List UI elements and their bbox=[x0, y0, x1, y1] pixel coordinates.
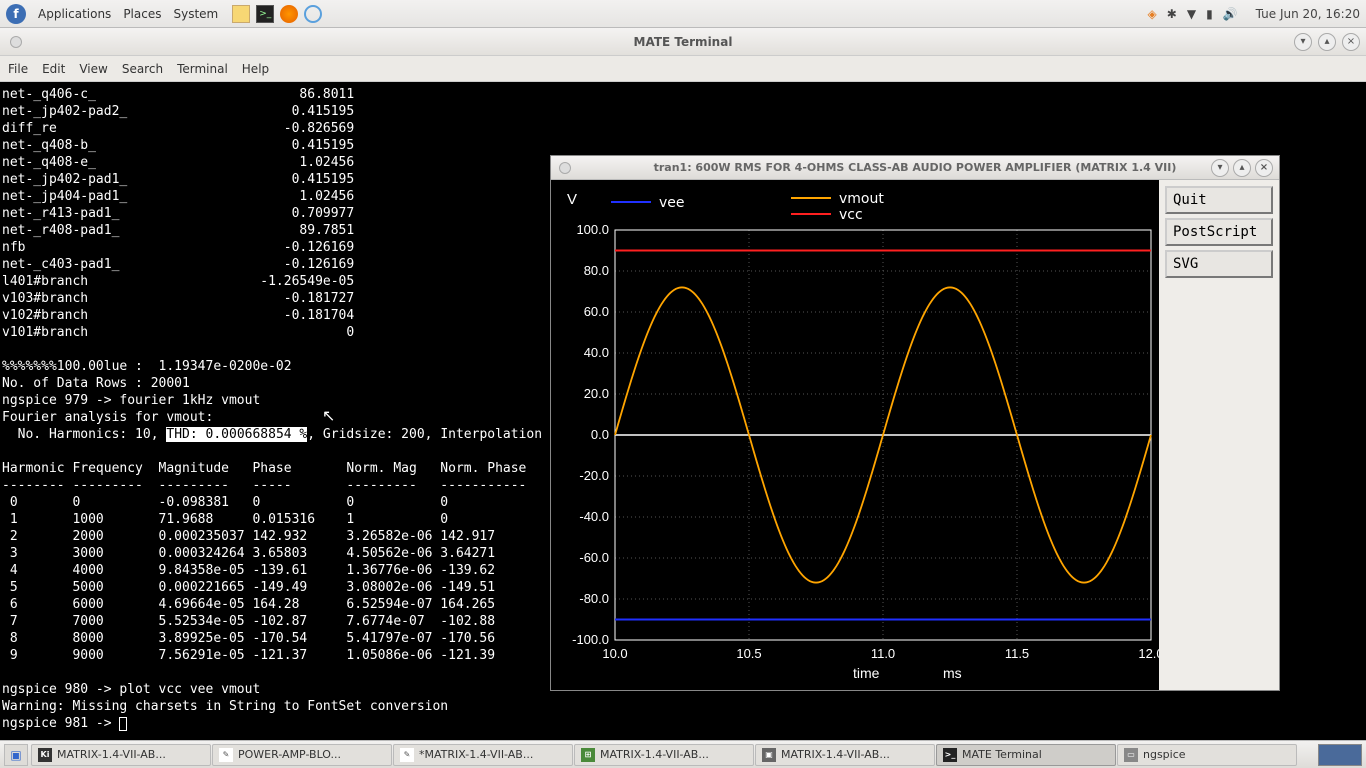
svg-text:-60.0: -60.0 bbox=[579, 550, 609, 565]
plot-title: tran1: 600W RMS FOR 4-OHMS CLASS-AB AUDI… bbox=[654, 161, 1177, 174]
taskbar-item[interactable]: ✎ *MATRIX-1.4-VII-AB... bbox=[393, 744, 573, 766]
menu-places[interactable]: Places bbox=[117, 7, 167, 21]
plot-window-menu-icon[interactable] bbox=[559, 162, 571, 174]
svg-text:time: time bbox=[853, 665, 880, 681]
launcher-app-icon[interactable] bbox=[304, 5, 322, 23]
workspace-switcher[interactable] bbox=[1318, 744, 1362, 766]
menu-file[interactable]: File bbox=[8, 62, 28, 76]
taskbar-item-label: MATE Terminal bbox=[962, 748, 1042, 761]
window-menu-icon[interactable] bbox=[10, 36, 22, 48]
svg-text:ms: ms bbox=[943, 665, 962, 681]
svg-text:100.0: 100.0 bbox=[576, 222, 609, 237]
plot-side-panel: Quit PostScript SVG bbox=[1159, 180, 1279, 690]
top-panel: f Applications Places System >_ ◈ ✱ ▼ ▮ … bbox=[0, 0, 1366, 28]
menu-search[interactable]: Search bbox=[122, 62, 163, 76]
show-desktop-button[interactable]: ▣ bbox=[4, 744, 28, 766]
taskbar-app-icon: ▣ bbox=[762, 748, 776, 762]
menu-system[interactable]: System bbox=[167, 7, 224, 21]
taskbar-app-icon: ⊞ bbox=[581, 748, 595, 762]
svg-text:11.0: 11.0 bbox=[871, 646, 895, 661]
quit-button[interactable]: Quit bbox=[1165, 186, 1273, 214]
taskbar-item[interactable]: ▣ MATRIX-1.4-VII-AB... bbox=[755, 744, 935, 766]
taskbar-item-label: MATRIX-1.4-VII-AB... bbox=[57, 748, 166, 761]
menu-edit[interactable]: Edit bbox=[42, 62, 65, 76]
taskbar-item-label: MATRIX-1.4-VII-AB... bbox=[600, 748, 709, 761]
taskbar-item[interactable]: ✎ POWER-AMP-BLO... bbox=[212, 744, 392, 766]
clock[interactable]: Tue Jun 20, 16:20 bbox=[1256, 7, 1360, 21]
taskbar-app-icon: ✎ bbox=[219, 748, 233, 762]
maximize-button[interactable]: ▴ bbox=[1318, 33, 1336, 51]
svg-text:12.0: 12.0 bbox=[1138, 646, 1161, 661]
taskbar-item-label: *MATRIX-1.4-VII-AB... bbox=[419, 748, 533, 761]
taskbar-item[interactable]: ⊞ MATRIX-1.4-VII-AB... bbox=[574, 744, 754, 766]
taskbar-app-icon: Ki bbox=[38, 748, 52, 762]
plot-window[interactable]: tran1: 600W RMS FOR 4-OHMS CLASS-AB AUDI… bbox=[550, 155, 1280, 691]
taskbar-app-icon: ▭ bbox=[1124, 748, 1138, 762]
plot-canvas: -100.0 -80.0 -60.0 -40.0 -20.0 0.0 20.0 40.0 60.… bbox=[551, 180, 1161, 690]
plot-titlebar[interactable]: tran1: 600W RMS FOR 4-OHMS CLASS-AB AUDI… bbox=[551, 156, 1279, 180]
terminal-titlebar[interactable]: MATE Terminal ▾ ▴ × bbox=[0, 28, 1366, 56]
svg-text:V: V bbox=[567, 191, 577, 208]
plot-body: -100.0 -80.0 -60.0 -40.0 -20.0 0.0 20.0 40.0 60.… bbox=[551, 180, 1279, 690]
svg-text:vcc: vcc bbox=[839, 207, 863, 223]
svg-text:-80.0: -80.0 bbox=[579, 591, 609, 606]
launcher-files-icon[interactable] bbox=[232, 5, 250, 23]
taskbar-app-icon: >_ bbox=[943, 748, 957, 762]
tray-wifi-icon[interactable]: ▼ bbox=[1187, 7, 1196, 21]
plot-close-button[interactable]: × bbox=[1255, 159, 1273, 177]
svg-text:80.0: 80.0 bbox=[584, 263, 609, 278]
plot-minimize-button[interactable]: ▾ bbox=[1211, 159, 1229, 177]
launcher-firefox-icon[interactable] bbox=[280, 5, 298, 23]
taskbar-item-label: MATRIX-1.4-VII-AB... bbox=[781, 748, 890, 761]
svg-text:-40.0: -40.0 bbox=[579, 509, 609, 524]
tray-battery-icon[interactable]: ▮ bbox=[1206, 7, 1213, 21]
taskbar-item-label: ngspice bbox=[1143, 748, 1186, 761]
taskbar-item-label: POWER-AMP-BLO... bbox=[238, 748, 341, 761]
bottom-panel: ▣ Ki MATRIX-1.4-VII-AB... ✎ POWER-AMP-BLO..… bbox=[0, 740, 1366, 768]
fedora-logo-icon[interactable]: f bbox=[6, 4, 26, 24]
minimize-button[interactable]: ▾ bbox=[1294, 33, 1312, 51]
svg-text:0.0: 0.0 bbox=[591, 427, 609, 442]
tray-bluetooth-icon[interactable]: ✱ bbox=[1167, 7, 1177, 21]
svg-text:10.5: 10.5 bbox=[736, 646, 761, 661]
menu-help[interactable]: Help bbox=[242, 62, 269, 76]
svg-text:20.0: 20.0 bbox=[584, 386, 609, 401]
svg-text:vee: vee bbox=[659, 195, 685, 211]
svg-text:60.0: 60.0 bbox=[584, 304, 609, 319]
svg-button[interactable]: SVG bbox=[1165, 250, 1273, 278]
svg-text:11.5: 11.5 bbox=[1005, 646, 1029, 661]
taskbar-app-icon: ✎ bbox=[400, 748, 414, 762]
launcher-terminal-icon[interactable]: >_ bbox=[256, 5, 274, 23]
taskbar-item[interactable]: ▭ ngspice bbox=[1117, 744, 1297, 766]
show-desktop-icon: ▣ bbox=[10, 748, 21, 762]
svg-text:-100.0: -100.0 bbox=[572, 632, 609, 647]
svg-text:vmout: vmout bbox=[839, 191, 884, 207]
svg-text:-20.0: -20.0 bbox=[579, 468, 609, 483]
menu-terminal[interactable]: Terminal bbox=[177, 62, 228, 76]
menu-applications[interactable]: Applications bbox=[32, 7, 117, 21]
taskbar-item[interactable]: >_ MATE Terminal bbox=[936, 744, 1116, 766]
svg-text:40.0: 40.0 bbox=[584, 345, 609, 360]
close-button[interactable]: × bbox=[1342, 33, 1360, 51]
tray-volume-icon[interactable]: 🔊 bbox=[1223, 7, 1238, 21]
tray-cube-icon[interactable]: ◈ bbox=[1148, 7, 1157, 21]
plot-maximize-button[interactable]: ▴ bbox=[1233, 159, 1251, 177]
taskbar-item[interactable]: Ki MATRIX-1.4-VII-AB... bbox=[31, 744, 211, 766]
terminal-menubar: File Edit View Search Terminal Help bbox=[0, 56, 1366, 82]
window-title: MATE Terminal bbox=[634, 35, 733, 49]
postscript-button[interactable]: PostScript bbox=[1165, 218, 1273, 246]
svg-text:10.0: 10.0 bbox=[602, 646, 627, 661]
menu-view[interactable]: View bbox=[79, 62, 107, 76]
